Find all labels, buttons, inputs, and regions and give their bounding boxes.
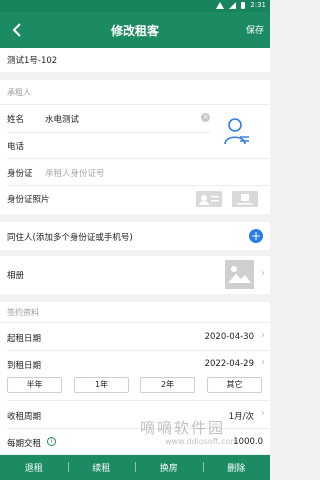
watermark-text: 嘀嘀软件园 <box>140 419 226 437</box>
name-input[interactable]: 水电测试 <box>45 113 79 125</box>
chevron-right-icon: › <box>261 357 265 368</box>
save-button[interactable]: 保存 <box>246 23 264 36</box>
contract-section: 签约资料 起租日期 2020-04-30 › 到租日期 2022-04-29 ›… <box>0 302 270 454</box>
rent-per-period-label: 每期交租 <box>7 439 42 449</box>
header-bar: 修改租客 保存 <box>0 12 270 48</box>
end-date-value: 2022-04-29 <box>204 359 254 369</box>
cohabitant-label: 同住人(添加多个身份证或手机号) <box>7 233 133 243</box>
payment-cycle-label: 收租周期 <box>7 412 42 422</box>
status-bar: 2:31 <box>0 0 270 12</box>
tenant-section: 承租人 姓名 水电测试 × 电话 身份证 承租人身份证号 身份证照片 <box>0 80 270 214</box>
bottom-action-bar: 退租 续租 换房 删除 <box>0 455 270 480</box>
page-title: 修改租客 <box>110 24 159 38</box>
start-date-row[interactable]: 起租日期 2020-04-30 › <box>0 322 270 350</box>
property-name: 测试1号-102 <box>7 56 58 66</box>
contact-picker-icon[interactable] <box>224 116 250 146</box>
duration-one-year[interactable]: 1年 <box>74 377 129 393</box>
duration-two-years[interactable]: 2年 <box>140 377 195 393</box>
section-title-tenant: 承租人 <box>7 88 31 97</box>
payment-cycle-value: 1月/次 <box>228 412 254 422</box>
duration-options: 半年 1年 2年 其它 <box>0 377 270 393</box>
name-label: 姓名 <box>7 115 25 125</box>
album-row[interactable]: 相册 › <box>0 256 270 294</box>
album-photo-icon <box>225 260 254 289</box>
phone-input[interactable] <box>45 140 195 152</box>
phone-label: 电话 <box>7 142 25 152</box>
id-back-photo-icon[interactable] <box>232 191 258 207</box>
chevron-right-icon: › <box>261 330 265 341</box>
end-date-label: 到租日期 <box>7 361 42 371</box>
wifi-icon <box>216 1 225 9</box>
album-label: 相册 <box>7 271 25 281</box>
end-date-row[interactable]: 到租日期 2022-04-29 › <box>0 350 270 376</box>
duration-half-year[interactable]: 半年 <box>7 377 62 393</box>
id-photo-label: 身份证照片 <box>7 195 50 205</box>
section-title-contract: 签约资料 <box>7 308 39 317</box>
start-date-value: 2020-04-30 <box>204 332 254 342</box>
battery-icon <box>241 1 246 9</box>
info-icon[interactable]: i <box>47 437 56 446</box>
chevron-right-icon: › <box>261 408 265 419</box>
duration-other[interactable]: 其它 <box>207 377 262 393</box>
chevron-right-icon: › <box>261 268 265 279</box>
payment-cycle-row[interactable]: 收租周期 1月/次 › <box>0 400 270 428</box>
watermark-url: www.ddiosoft.com <box>165 437 239 446</box>
clear-icon[interactable]: × <box>201 113 210 122</box>
start-date-label: 起租日期 <box>7 334 42 344</box>
id-input[interactable]: 承租人身份证号 <box>45 167 105 179</box>
id-label: 身份证 <box>7 169 33 179</box>
change-room-button[interactable]: 换房 <box>135 461 203 474</box>
move-out-button[interactable]: 退租 <box>0 461 68 474</box>
signal-icon <box>229 1 237 9</box>
delete-button[interactable]: 删除 <box>202 461 271 474</box>
id-front-photo-icon[interactable] <box>196 191 222 207</box>
property-row: 测试1号-102 <box>0 48 270 72</box>
add-cohabitant-icon[interactable]: + <box>249 229 263 243</box>
status-time: 2:31 <box>250 1 266 9</box>
renew-lease-button[interactable]: 续租 <box>67 461 136 474</box>
cohabitant-row[interactable]: 同住人(添加多个身份证或手机号) + <box>0 222 270 250</box>
